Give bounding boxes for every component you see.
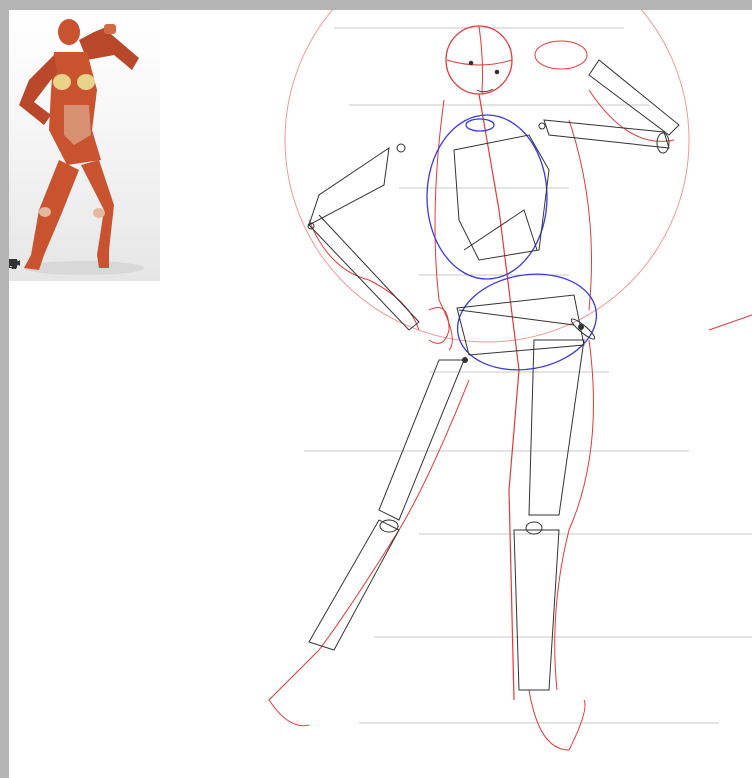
eye-icon[interactable]: [9, 259, 37, 278]
camera-icon[interactable]: [9, 260, 120, 278]
light-icon[interactable]: [10, 259, 148, 278]
layout-icon[interactable]: [9, 259, 65, 278]
guide-lines: [304, 27, 752, 724]
reference-toolbar: [9, 259, 160, 281]
muscle-figure-image: [19, 19, 144, 275]
anatomy-reference-panel[interactable]: [9, 10, 160, 281]
black-mannequin: [307, 59, 680, 691]
canvas-frame: [0, 0, 752, 778]
figure-icon[interactable]: [10, 259, 92, 278]
drawing-canvas[interactable]: [9, 10, 752, 778]
